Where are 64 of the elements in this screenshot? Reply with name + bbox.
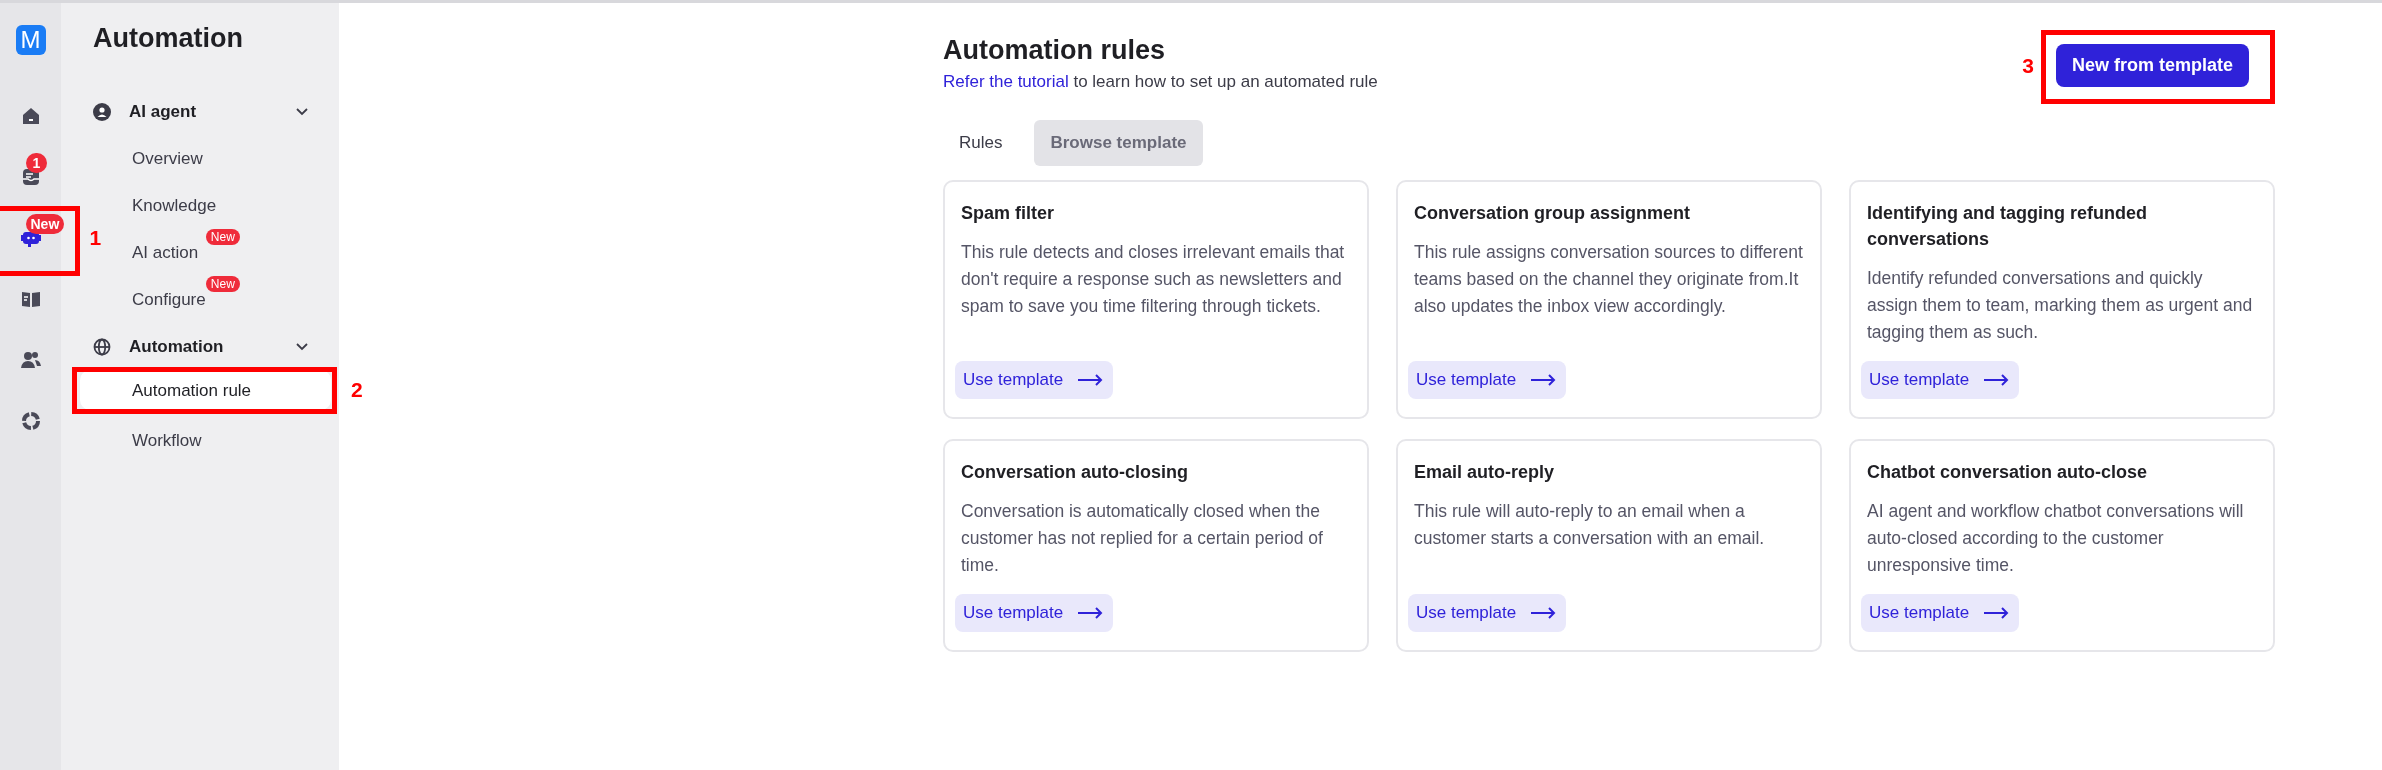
arrow-right-icon: [1530, 607, 1557, 619]
app-logo[interactable]: M: [15, 25, 46, 55]
sidebar-group-header[interactable]: AI agent: [61, 88, 339, 135]
notification-badge: New: [25, 214, 65, 234]
arrow-right-icon: [1530, 374, 1557, 386]
use-template-button[interactable]: Use template: [1861, 594, 2020, 632]
card-description: This rule will auto-reply to an email when a customer starts a conversation with an email.: [1414, 500, 1766, 550]
use-template-button[interactable]: Use template: [955, 594, 1114, 632]
card-description: AI agent and workflow chatbot conversations will auto-closed according to the customer unresponsive time.: [1867, 500, 2245, 577]
new-badge: New: [205, 276, 240, 292]
card-title: Email auto-reply: [1414, 461, 1556, 484]
arrow-right-icon: [1983, 374, 2010, 386]
chevron-down-icon: [295, 107, 309, 116]
card-description: This rule detects and closes irrelevant emails that don't require a response such as newsletters and spam to save you time filtering through tickets.: [961, 241, 1346, 318]
tutorial-link[interactable]: Refer the tutorial: [943, 72, 1069, 91]
home-icon: [20, 106, 41, 126]
card-description: This rule assigns conversation sources to different teams based on the channel they originate from.It also updates the inbox view accordingly.: [1414, 241, 1804, 318]
notification-badge: 1: [25, 153, 48, 173]
user-icon: [93, 102, 111, 121]
page-title: Automation rules: [943, 35, 1166, 66]
nav-rail-item[interactable]: 1: [0, 153, 62, 201]
item-label: Configure: [132, 290, 206, 310]
people-icon: [20, 350, 41, 370]
card-title: Conversation auto-closing: [961, 461, 1190, 484]
tab[interactable]: Browse template: [1034, 120, 1203, 166]
tab[interactable]: Rules: [943, 120, 1019, 166]
item-label: Knowledge: [132, 196, 217, 216]
card-description: Conversation is automatically closed when the customer has not replied for a certain period of time.: [961, 500, 1324, 577]
card-title: Conversation group assignment: [1414, 202, 1692, 225]
new-badge: New: [205, 229, 240, 245]
arrow-right-icon: [1077, 607, 1104, 619]
card-title: Identifying and tagging refunded conversations: [1867, 202, 2148, 251]
sidebar-item[interactable]: Workflow: [113, 417, 331, 457]
use-template-button[interactable]: Use template: [1408, 594, 1567, 632]
card-title: Chatbot conversation auto-close: [1867, 461, 2149, 484]
item-label: Overview: [132, 149, 203, 169]
item-label: Workflow: [132, 431, 202, 451]
use-template-button[interactable]: Use template: [1408, 361, 1567, 399]
sidebar-item[interactable]: Knowledge: [113, 182, 331, 222]
use-template-button[interactable]: Use template: [1861, 361, 2020, 399]
globe-icon: [93, 337, 111, 356]
arrow-right-icon: [1077, 374, 1104, 386]
sidebar-group-header[interactable]: Automation: [61, 323, 339, 370]
item-label: Automation rule: [132, 381, 252, 401]
use-template-button[interactable]: Use template: [955, 361, 1114, 399]
sidebar-item[interactable]: Configure New: [113, 276, 331, 316]
page-subtitle: Refer the tutorial to learn how to set up an automated rule: [943, 72, 1378, 92]
sidebar-item[interactable]: AI action New: [113, 229, 331, 269]
new-from-template-button[interactable]: New from template: [2055, 44, 2249, 87]
nav-rail-item[interactable]: New: [0, 214, 62, 262]
group-label: AI agent: [129, 101, 198, 122]
annotation-number: 3: [2022, 53, 2034, 78]
sidebar-item[interactable]: Overview: [113, 135, 331, 175]
card-description: Identify refunded conversations and quickly assign them to team, marking them as urgent and tagging them as such.: [1867, 267, 2254, 344]
annotation-number: 1: [89, 226, 102, 250]
pie-chart-icon: [20, 411, 41, 431]
item-label: AI action: [132, 243, 199, 263]
arrow-right-icon: [1983, 607, 2010, 619]
annotation-number: 2: [351, 378, 363, 402]
book-icon: [20, 289, 41, 309]
sidebar-title: Automation: [93, 23, 244, 54]
chevron-down-icon: [295, 342, 309, 351]
group-label: Automation: [129, 336, 225, 357]
card-title: Spam filter: [961, 202, 1056, 225]
